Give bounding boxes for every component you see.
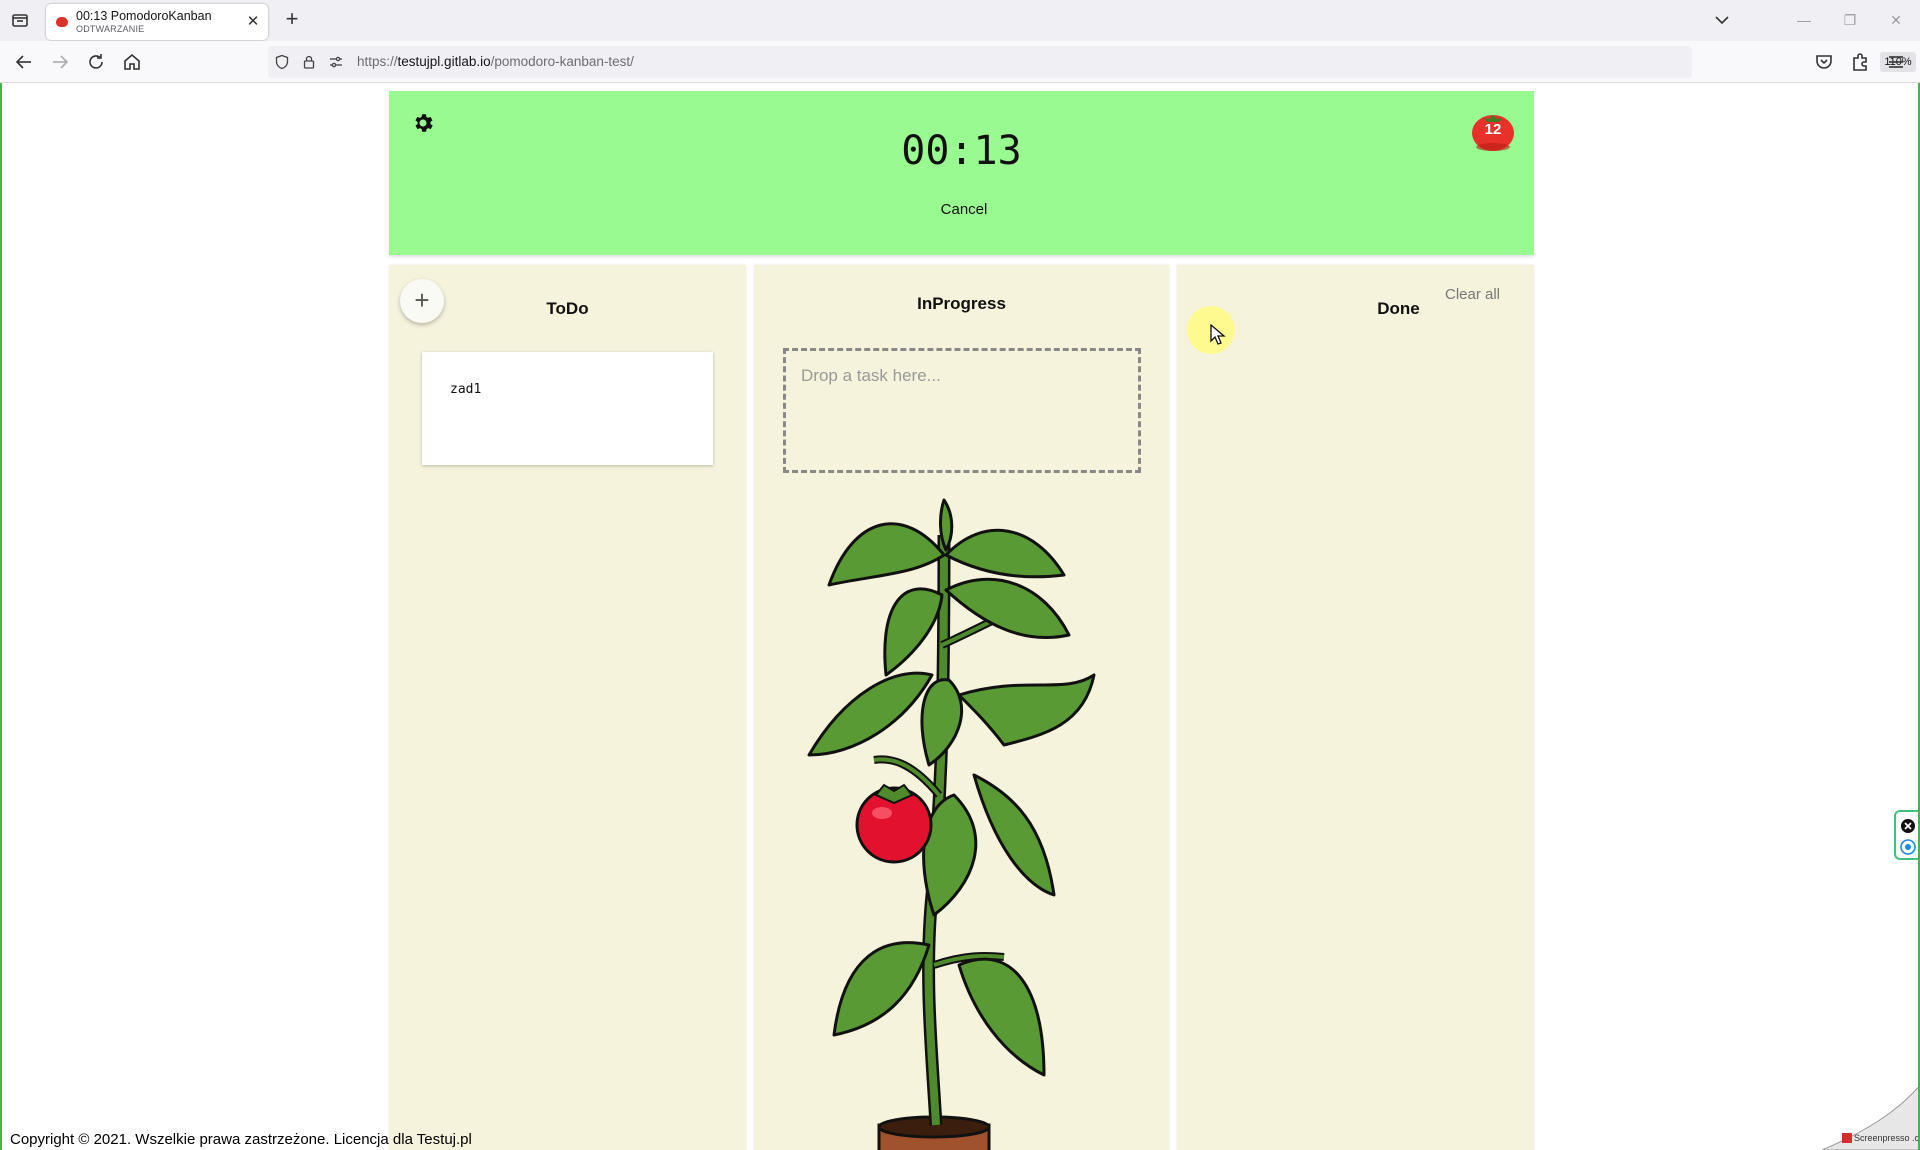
pomodoro-counter: 12 xyxy=(1470,107,1516,153)
pomodoro-count: 12 xyxy=(1484,121,1502,138)
lock-icon[interactable] xyxy=(301,54,317,70)
url-host: testujpl.gitlab.io xyxy=(397,54,491,69)
window-close-icon[interactable]: ✕ xyxy=(1882,8,1910,32)
timer-panel: 00:13 Cancel 12 xyxy=(389,91,1534,255)
tab-playing-label: ODTWARZANIE xyxy=(76,24,145,34)
screenpresso-watermark: Screenpresso .com xyxy=(1821,1086,1920,1150)
browser-tab-bar: 00:13 PomodoroKanban ODTWARZANIE ✕ + — ❐… xyxy=(0,0,1920,41)
in-progress-column: InProgress Drop a task here... xyxy=(754,265,1169,1150)
timer-countdown: 00:13 xyxy=(901,128,1022,174)
mouse-cursor-icon xyxy=(1210,324,1226,345)
cancel-button[interactable]: Cancel xyxy=(909,198,1019,222)
page-content: 00:13 Cancel 12 + ToDo zad1 InProgress D… xyxy=(0,83,1920,1150)
close-circle-icon[interactable] xyxy=(1900,818,1916,834)
permissions-icon[interactable] xyxy=(328,54,344,70)
url-path: /pomodoro-kanban-test/ xyxy=(490,54,634,69)
new-tab-icon[interactable]: + xyxy=(280,8,304,32)
back-icon[interactable] xyxy=(12,50,36,74)
browser-tab[interactable]: 00:13 PomodoroKanban ODTWARZANIE ✕ xyxy=(46,4,268,40)
forward-icon[interactable] xyxy=(48,50,72,74)
extensions-icon[interactable] xyxy=(1848,50,1872,74)
shield-icon[interactable] xyxy=(274,54,290,70)
todo-column-title: ToDo xyxy=(546,299,589,318)
url-bar[interactable]: https://testujpl.gitlab.io/pomodoro-kanb… xyxy=(268,46,1916,78)
recorder-side-widget[interactable] xyxy=(1894,810,1918,860)
close-tab-icon[interactable]: ✕ xyxy=(244,13,262,31)
chevron-down-icon[interactable] xyxy=(1710,8,1734,32)
drop-placeholder: Drop a task here... xyxy=(801,366,941,385)
reload-icon[interactable] xyxy=(84,50,108,74)
task-drop-zone[interactable]: Drop a task here... xyxy=(783,348,1141,473)
url-text[interactable]: https://testujpl.gitlab.io/pomodoro-kanb… xyxy=(357,54,634,69)
clear-all-button[interactable]: Clear all xyxy=(1445,286,1500,303)
home-icon[interactable] xyxy=(120,50,144,74)
watermark-text: Screenpresso .com xyxy=(1854,1133,1920,1143)
todo-column: + ToDo zad1 xyxy=(389,265,746,1150)
done-column-title: Done xyxy=(1377,299,1420,318)
footer-copyright: Copyright © 2021. Wszelkie prawa zastrze… xyxy=(10,1131,472,1148)
recorder-icon[interactable] xyxy=(1900,839,1916,855)
menu-icon[interactable] xyxy=(1884,50,1908,74)
in-progress-column-title: InProgress xyxy=(917,294,1006,313)
tomato-plant-illustration xyxy=(807,498,1096,1150)
tab-title: 00:13 PomodoroKanban xyxy=(76,9,212,23)
tomato-icon xyxy=(56,17,68,27)
pocket-icon[interactable] xyxy=(1812,50,1836,74)
tab-list-icon[interactable] xyxy=(8,8,32,32)
done-column: Done Clear all xyxy=(1177,265,1534,1150)
task-card[interactable]: zad1 xyxy=(422,352,713,465)
restore-icon[interactable]: ❐ xyxy=(1836,8,1864,32)
task-title: zad1 xyxy=(450,382,482,397)
browser-nav-bar: https://testujpl.gitlab.io/pomodoro-kanb… xyxy=(0,41,1920,83)
minimize-icon[interactable]: — xyxy=(1790,8,1818,32)
url-scheme: https:// xyxy=(357,54,398,69)
